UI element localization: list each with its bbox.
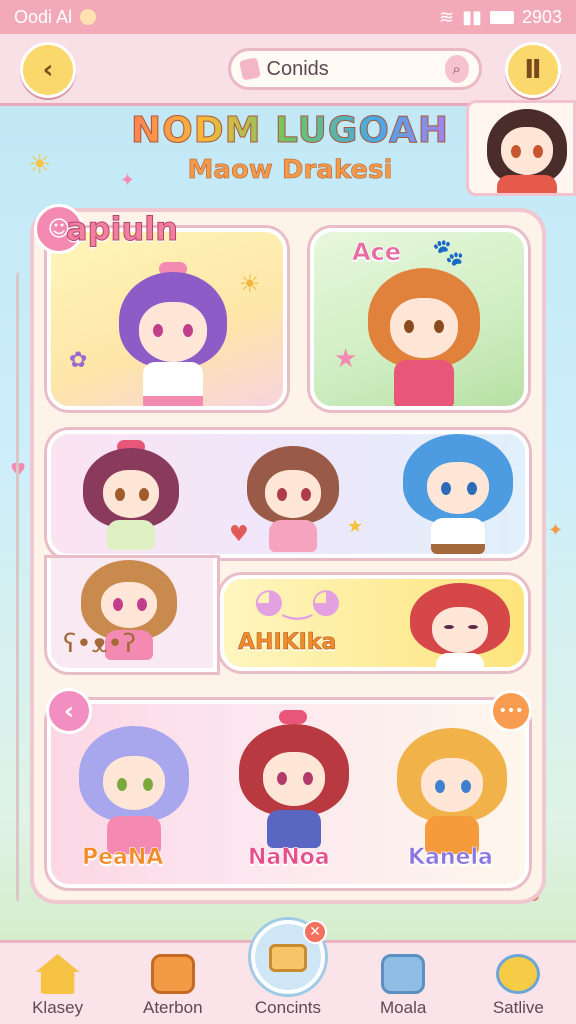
sun-icon: ☀ — [239, 270, 261, 298]
status-right: ≋ ▮▮ 2903 — [439, 7, 562, 28]
chevron-left-icon: ‹ — [42, 55, 54, 85]
page-subtitle: Maow Drakesi — [187, 155, 393, 186]
bottom-tab-bar: Klasey Aterbon ✕ Concints Moala Satlive — [0, 920, 576, 1024]
tab-satlive[interactable]: Satlive — [468, 954, 568, 1018]
chevron-left-icon: ‹ — [64, 697, 74, 725]
chest-icon: ✕ — [250, 920, 327, 994]
page-title: NODM LUGOAH — [120, 110, 460, 152]
character-blue-hair — [403, 434, 513, 554]
character-purple-hair — [113, 262, 233, 406]
tab-label: Klasey — [32, 998, 84, 1017]
tab-label: Concints — [254, 998, 322, 1017]
title-block: NODM LUGOAH Maow Drakesi — [120, 110, 460, 186]
previous-button[interactable]: ‹ — [46, 688, 92, 734]
cat-icon: 🐾 — [432, 238, 465, 268]
avatar-character — [487, 109, 567, 193]
teddy-bear-icon: ʕ•ᴥ•ʔ — [63, 629, 136, 659]
card-label-peana: PeaNA — [82, 845, 164, 871]
tab-label: Moala — [380, 998, 427, 1017]
star-icon: ★ — [334, 344, 358, 374]
tab-klasey[interactable]: Klasey — [8, 954, 108, 1018]
pause-icon: Ⅱ — [524, 55, 542, 85]
card-label-nanoa: NaNoa — [248, 845, 330, 871]
notification-dot-icon — [80, 9, 97, 25]
tab-concints[interactable]: ✕ Concints — [238, 920, 338, 1018]
app-header: ‹ ⌕ Ⅱ — [0, 34, 576, 106]
card-label-apiuln: apiuln — [66, 210, 179, 249]
character-brown-hair — [247, 446, 339, 554]
character-card-ahikika[interactable]: ◕‿◕ — [220, 575, 528, 671]
tab-aterbon[interactable]: Aterbon — [123, 954, 223, 1018]
box-icon — [150, 954, 195, 994]
status-bar: Oodi Al ≋ ▮▮ 2903 — [0, 0, 576, 34]
character-group-card[interactable]: ♥ ★ — [47, 430, 529, 558]
character-maroon-hair — [83, 440, 179, 552]
tab-label: Aterbon — [143, 998, 203, 1017]
wifi-icon: ≋ — [439, 6, 455, 27]
status-left: Oodi Al — [14, 6, 97, 28]
signal-icon: ▮▮ — [462, 6, 482, 27]
search-box[interactable]: ⌕ — [228, 48, 482, 90]
elephant-plush-icon: ◕‿◕ — [254, 581, 341, 621]
character-orange-hair — [364, 268, 484, 406]
tab-label: Satlive — [492, 998, 544, 1017]
status-time: 2903 — [521, 6, 562, 27]
card-label-ace: Ace — [352, 238, 402, 267]
character-card-apiuln[interactable]: ☀ ✿ — [47, 228, 287, 410]
character-crimson-hair — [239, 710, 349, 850]
pause-menu-button[interactable]: Ⅱ — [505, 42, 561, 98]
battery-icon — [489, 10, 514, 24]
character-lilac-hair — [79, 726, 189, 856]
search-input[interactable] — [266, 57, 437, 81]
star-sticker-icon: ✦ — [120, 170, 136, 191]
back-button[interactable]: ‹ — [20, 42, 76, 98]
star-sticker-icon: ✦ — [548, 520, 564, 541]
ellipsis-icon: ••• — [498, 703, 524, 719]
close-badge-icon[interactable]: ✕ — [302, 920, 327, 944]
star-icon: ★ — [347, 516, 364, 537]
flower-icon: ✿ — [69, 348, 88, 373]
sun-sticker-icon: ☀ — [28, 150, 52, 180]
house-icon — [35, 954, 80, 994]
heart-icon: ♥ — [229, 522, 249, 547]
tab-moala[interactable]: Moala — [353, 954, 453, 1018]
card-label-kanela: Kanela — [408, 845, 493, 871]
character-red-twintails — [410, 583, 510, 667]
radio-icon — [381, 954, 426, 994]
bookmark-icon — [239, 57, 261, 81]
profile-avatar[interactable] — [466, 100, 576, 196]
character-card-ace[interactable]: ★ 🐾 — [310, 228, 528, 410]
search-icon[interactable]: ⌕ — [444, 55, 469, 83]
character-blonde-hair — [397, 728, 507, 856]
face-icon — [496, 954, 541, 994]
status-left-text: Oodi Al — [14, 6, 73, 27]
card-label-ahikika: AHIKIka — [238, 630, 337, 656]
scroll-rail[interactable] — [16, 272, 26, 902]
more-options-button[interactable]: ••• — [490, 690, 532, 732]
character-card-bunny[interactable]: ʕ•ᴥ•ʔ — [47, 558, 217, 672]
